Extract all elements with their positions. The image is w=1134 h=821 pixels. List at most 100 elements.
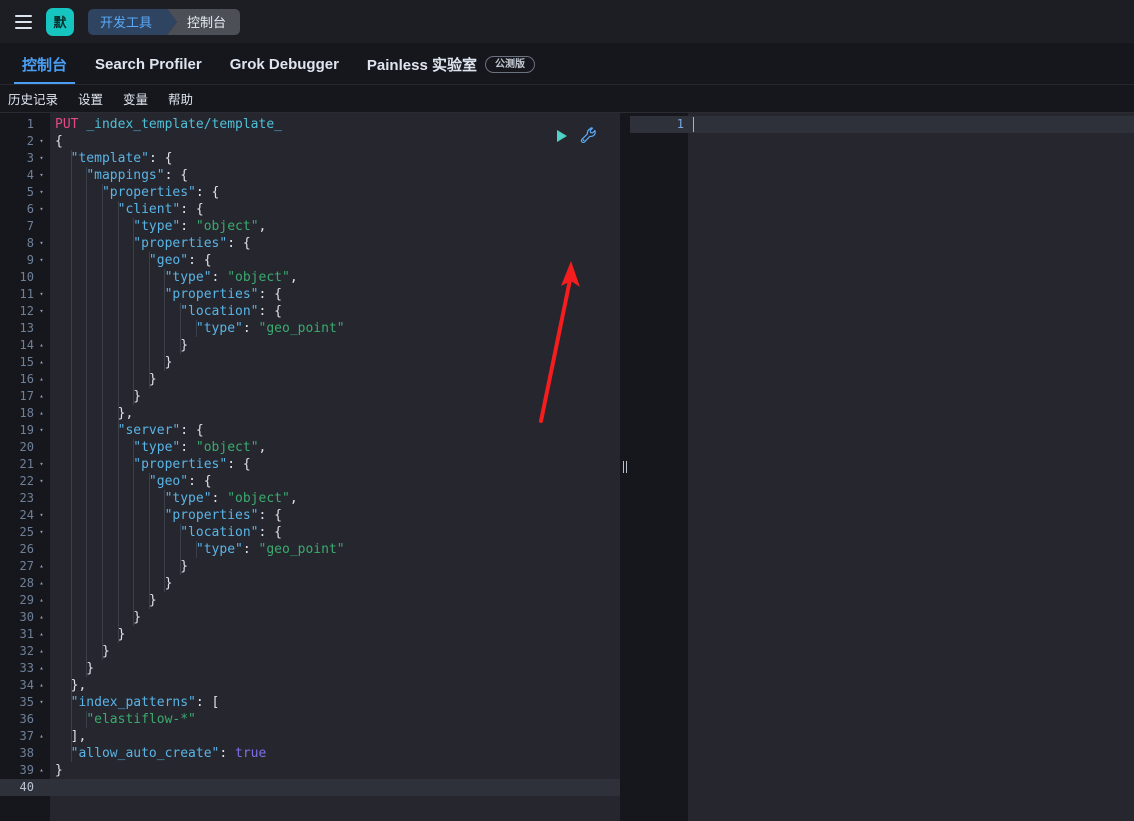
code-line[interactable]: "mappings": { (50, 167, 620, 184)
fold-open-icon[interactable]: ▾ (37, 512, 46, 519)
hamburger-icon[interactable] (10, 9, 36, 35)
code-token: } (55, 763, 63, 778)
fold-close-icon[interactable]: ▴ (37, 410, 46, 417)
code-line[interactable]: "properties": { (50, 456, 620, 473)
code-line[interactable]: } (50, 626, 620, 643)
code-line[interactable]: } (50, 643, 620, 660)
response-code[interactable] (688, 113, 1134, 821)
console-app: 默 开发工具 控制台 控制台 Search Profiler Grok Debu… (0, 0, 1134, 821)
breadcrumb-item-console[interactable]: 控制台 (167, 8, 241, 35)
code-line[interactable]: }, (50, 677, 620, 694)
submenu-item-settings[interactable]: 设置 (78, 89, 103, 108)
fold-close-icon[interactable]: ▴ (37, 665, 46, 672)
code-line[interactable]: "location": { (50, 303, 620, 320)
code-token: "properties" (133, 236, 228, 251)
fold-close-icon[interactable]: ▴ (37, 580, 46, 587)
code-line[interactable]: } (50, 660, 620, 677)
fold-close-icon[interactable]: ▴ (37, 631, 46, 638)
fold-open-icon[interactable]: ▾ (37, 308, 46, 315)
code-line[interactable]: } (50, 575, 620, 592)
code-line[interactable]: "index_patterns": [ (50, 694, 620, 711)
code-line[interactable]: "type": "object", (50, 490, 620, 507)
editor-splitter[interactable] (620, 113, 630, 821)
code-line[interactable]: "location": { (50, 524, 620, 541)
code-line[interactable]: } (50, 354, 620, 371)
wrench-icon[interactable] (580, 127, 598, 145)
code-line[interactable]: "type": "object", (50, 218, 620, 235)
gutter-line-number: 2 ▾ (0, 133, 50, 150)
code-line[interactable]: "geo": { (50, 252, 620, 269)
fold-open-icon[interactable]: ▾ (37, 240, 46, 247)
submenu-item-help[interactable]: 帮助 (168, 89, 193, 108)
line-number: 7 (26, 219, 34, 233)
fold-close-icon[interactable]: ▴ (37, 376, 46, 383)
code-line[interactable]: } (50, 609, 620, 626)
code-line[interactable]: } (50, 337, 620, 354)
breadcrumb-item-devtools[interactable]: 开发工具 (88, 8, 178, 35)
fold-close-icon[interactable]: ▴ (37, 733, 46, 740)
request-code[interactable]: PUT _index_template/template_{ "template… (50, 113, 620, 821)
code-token: }, (55, 678, 87, 693)
code-line[interactable]: "elastiflow-*" (50, 711, 620, 728)
fold-close-icon[interactable]: ▴ (37, 342, 46, 349)
code-line[interactable]: "properties": { (50, 235, 620, 252)
gutter-line-number: 11 ▾ (0, 286, 50, 303)
fold-close-icon[interactable]: ▴ (37, 597, 46, 604)
gutter-line-number: 35 ▾ (0, 694, 50, 711)
space-avatar[interactable]: 默 (46, 7, 74, 36)
fold-open-icon[interactable]: ▾ (37, 461, 46, 468)
code-line[interactable]: "geo": { (50, 473, 620, 490)
code-line[interactable] (50, 779, 620, 796)
fold-open-icon[interactable]: ▾ (37, 138, 46, 145)
fold-open-icon[interactable]: ▾ (37, 529, 46, 536)
code-line[interactable]: "type": "object", (50, 439, 620, 456)
fold-open-icon[interactable]: ▾ (37, 699, 46, 706)
fold-open-icon[interactable]: ▾ (37, 478, 46, 485)
code-line[interactable]: } (50, 558, 620, 575)
line-number: 37 (19, 729, 34, 743)
fold-close-icon[interactable]: ▴ (37, 563, 46, 570)
code-line[interactable]: "template": { (50, 150, 620, 167)
tab-grok-debugger[interactable]: Grok Debugger (216, 44, 353, 84)
tab-search-profiler[interactable]: Search Profiler (81, 44, 216, 84)
submenu-item-variables[interactable]: 变量 (123, 89, 148, 108)
fold-close-icon[interactable]: ▴ (37, 393, 46, 400)
code-line[interactable]: { (50, 133, 620, 150)
code-line[interactable]: } (50, 371, 620, 388)
code-line[interactable]: "type": "object", (50, 269, 620, 286)
code-line[interactable]: } (50, 592, 620, 609)
play-triangle-icon[interactable] (554, 128, 570, 144)
code-line[interactable]: "type": "geo_point" (50, 320, 620, 337)
code-line[interactable]: "properties": { (50, 184, 620, 201)
code-line[interactable]: "properties": { (50, 507, 620, 524)
code-line[interactable]: "client": { (50, 201, 620, 218)
fold-open-icon[interactable]: ▾ (37, 189, 46, 196)
request-gutter[interactable]: 1 2 ▾ 3 ▾ 4 ▾ 5 ▾ 6 ▾ 7 8 ▾ 9 ▾ 10 11 ▾ 12 ▾ 13 14 ▴ 15 ▴ 16 ▴ 17 ▴ 18… (0, 113, 50, 821)
fold-close-icon[interactable]: ▴ (37, 614, 46, 621)
code-token: : { (258, 287, 282, 302)
code-line[interactable]: ], (50, 728, 620, 745)
code-line[interactable]: "server": { (50, 422, 620, 439)
fold-open-icon[interactable]: ▾ (37, 291, 46, 298)
code-line[interactable]: "type": "geo_point" (50, 541, 620, 558)
code-line[interactable]: PUT _index_template/template_ (50, 116, 620, 133)
fold-open-icon[interactable]: ▾ (37, 172, 46, 179)
fold-close-icon[interactable]: ▴ (37, 648, 46, 655)
fold-open-icon[interactable]: ▾ (37, 257, 46, 264)
code-line[interactable]: "properties": { (50, 286, 620, 303)
fold-open-icon[interactable]: ▾ (37, 206, 46, 213)
code-line[interactable]: } (50, 762, 620, 779)
fold-close-icon[interactable]: ▴ (37, 767, 46, 774)
fold-open-icon[interactable]: ▾ (37, 427, 46, 434)
tab-painless-lab[interactable]: Painless 实验室 公测版 (353, 44, 549, 84)
fold-close-icon[interactable]: ▴ (37, 359, 46, 366)
code-line[interactable]: } (50, 388, 620, 405)
tab-console[interactable]: 控制台 (8, 44, 81, 84)
code-line[interactable]: }, (50, 405, 620, 422)
fold-close-icon[interactable]: ▴ (37, 682, 46, 689)
fold-open-icon[interactable]: ▾ (37, 155, 46, 162)
code-line[interactable]: "allow_auto_create": true (50, 745, 620, 762)
submenu-item-history[interactable]: 历史记录 (8, 89, 58, 108)
